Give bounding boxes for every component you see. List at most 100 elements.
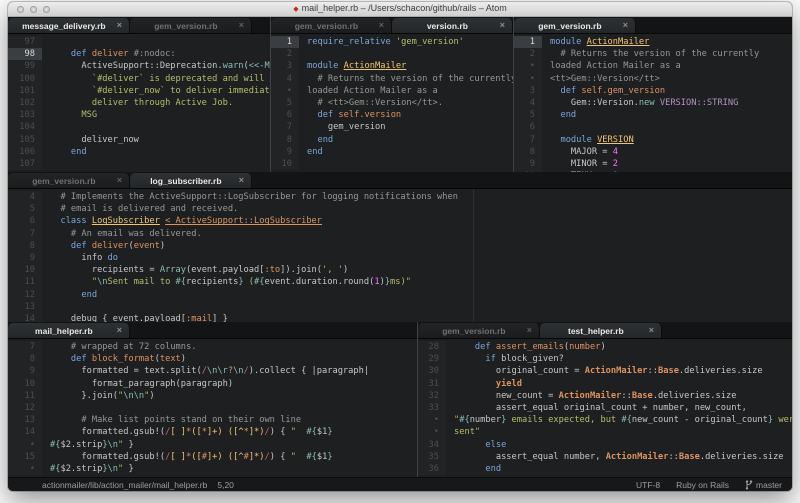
- status-file-path[interactable]: actionmailer/lib/action_mailer/mail_help…: [42, 480, 207, 490]
- tab-gem_version.rb[interactable]: gem_version.rb×: [130, 18, 252, 33]
- code-line[interactable]: 5 # <tt>Gem::Version</tt>.: [271, 97, 513, 109]
- tab-close-icon[interactable]: ×: [527, 326, 532, 335]
- code-line[interactable]: 9 MINOR = 2: [514, 158, 792, 170]
- tab-close-icon[interactable]: ×: [117, 176, 122, 185]
- code-line[interactable]: 106 end: [8, 146, 270, 158]
- code-line[interactable]: 8 MAJOR = 4: [514, 146, 792, 158]
- code-line[interactable]: 31 yield: [418, 378, 792, 390]
- status-cursor-position[interactable]: 5,20: [217, 480, 234, 490]
- status-encoding[interactable]: UTF-8: [636, 480, 660, 490]
- code-line[interactable]: 15 formatted.gsub!(/[ ]*([#]+) ([^#]*)/)…: [8, 451, 417, 463]
- code-line[interactable]: 11 "\nSent mail to #{recipients} (#{even…: [8, 276, 792, 288]
- zoom-window-button[interactable]: [43, 6, 50, 13]
- code-line[interactable]: 100 `#deliver` is deprecated and will be: [8, 73, 270, 85]
- code-line[interactable]: 1module ActionMailer: [514, 36, 792, 48]
- code-line[interactable]: •loaded Action Mailer as a: [514, 60, 792, 72]
- status-git-branch[interactable]: master: [745, 480, 782, 490]
- tab-gem_version.rb[interactable]: gem_version.rb×: [271, 18, 392, 33]
- tab-mail_helper.rb[interactable]: mail_helper.rb×: [8, 323, 130, 338]
- tab-close-icon[interactable]: ×: [623, 21, 628, 30]
- code-line[interactable]: •loaded Action Mailer as a: [271, 85, 513, 97]
- code-line[interactable]: 36 end: [418, 463, 792, 475]
- editor-message-delivery[interactable]: 9798 def deliver #:nodoc:99 ActiveSuppor…: [8, 34, 270, 172]
- code-line[interactable]: 4 # Returns the version of the currently: [271, 73, 513, 85]
- code-line[interactable]: 3module ActionMailer: [271, 60, 513, 72]
- tab-message_delivery.rb[interactable]: message_delivery.rb×: [8, 18, 130, 33]
- code-line[interactable]: 7 # wrapped at 72 columns.: [8, 341, 417, 353]
- code-line[interactable]: 9end: [271, 146, 513, 158]
- code-line[interactable]: 102 deliver through Active Job.: [8, 97, 270, 109]
- code-line[interactable]: 33 assert_equal original_count + number,…: [418, 402, 792, 414]
- code-line[interactable]: 34 else: [418, 439, 792, 451]
- code-line[interactable]: •sent": [418, 426, 792, 438]
- code-line[interactable]: 8 def deliver(event): [8, 240, 792, 252]
- code-line[interactable]: 29 if block_given?: [418, 353, 792, 365]
- editor-version[interactable]: 1require_relative 'gem_version'23module …: [271, 34, 513, 172]
- tab-close-icon[interactable]: ×: [239, 176, 244, 185]
- tab-test_helper.rb[interactable]: test_helper.rb×: [540, 323, 662, 338]
- tab-gem_version.rb[interactable]: gem_version.rb×: [8, 173, 130, 188]
- code-line[interactable]: 105 deliver_now: [8, 134, 270, 146]
- close-window-button[interactable]: [17, 6, 24, 13]
- minimize-window-button[interactable]: [30, 6, 37, 13]
- tab-version.rb[interactable]: version.rb×: [392, 18, 513, 33]
- code-line[interactable]: 28 def assert_emails(number): [418, 341, 792, 353]
- editor-log-subscriber[interactable]: 4 # Implements the ActiveSupport::LogSub…: [8, 189, 792, 322]
- tab-close-icon[interactable]: ×: [239, 21, 244, 30]
- code-line[interactable]: 104: [8, 121, 270, 133]
- tab-close-icon[interactable]: ×: [379, 21, 384, 30]
- code-line[interactable]: 97: [8, 36, 270, 48]
- code-line[interactable]: 6 def self.version: [271, 109, 513, 121]
- code-line[interactable]: 12: [8, 402, 417, 414]
- code-line[interactable]: 99 ActiveSupport::Deprecation.warn(<<-MS…: [8, 60, 270, 72]
- code-line[interactable]: •<tt>Gem::Version</tt>: [514, 73, 792, 85]
- code-line[interactable]: 9 info do: [8, 252, 792, 264]
- code-line[interactable]: 5 end: [514, 109, 792, 121]
- tab-close-icon[interactable]: ×: [649, 326, 654, 335]
- code-line[interactable]: 5 # email is delivered and received.: [8, 203, 792, 215]
- code-line[interactable]: 6 class LogSubscriber < ActiveSupport::L…: [8, 215, 792, 227]
- tab-close-icon[interactable]: ×: [117, 326, 122, 335]
- code-line[interactable]: 30 original_count = ActionMailer::Base.d…: [418, 365, 792, 377]
- code-line[interactable]: 9 formatted = text.split(/\n\r?\n/).coll…: [8, 365, 417, 377]
- status-grammar[interactable]: Ruby on Rails: [676, 480, 729, 490]
- code-line[interactable]: 14 formatted.gsub!(/[ ]*([*]+) ([^*]*)/)…: [8, 426, 417, 438]
- code-line[interactable]: 7 # An email was delivered.: [8, 228, 792, 240]
- tab-log_subscriber.rb[interactable]: log_subscriber.rb×: [130, 173, 252, 188]
- window-titlebar[interactable]: ◆mail_helper.rb – /Users/schacon/github/…: [8, 2, 792, 17]
- code-line[interactable]: 1require_relative 'gem_version': [271, 36, 513, 48]
- code-line[interactable]: 7 module VERSION: [514, 134, 792, 146]
- code-line[interactable]: 14 debug { event.payload[:mail] }: [8, 313, 792, 322]
- code-line[interactable]: 10: [271, 158, 513, 170]
- code-line[interactable]: 12 end: [8, 289, 792, 301]
- editor-mail-helper[interactable]: 7 # wrapped at 72 columns.8 def block_fo…: [8, 339, 417, 477]
- code-line[interactable]: 3 def self.gem_version: [514, 85, 792, 97]
- code-line[interactable]: 4 Gem::Version.new VERSION::STRING: [514, 97, 792, 109]
- code-line[interactable]: 8 def block_format(text): [8, 353, 417, 365]
- code-line[interactable]: 6: [514, 121, 792, 133]
- editor-gem-version[interactable]: 1module ActionMailer2 # Returns the vers…: [514, 34, 792, 172]
- code-line[interactable]: 103 MSG: [8, 109, 270, 121]
- code-line[interactable]: 35 assert_equal number, ActionMailer::Ba…: [418, 451, 792, 463]
- tab-gem_version.rb[interactable]: gem_version.rb×: [514, 18, 636, 33]
- tab-close-icon[interactable]: ×: [117, 21, 122, 30]
- code-line[interactable]: 10 recipients = Array(event.payload[:to]…: [8, 264, 792, 276]
- code-line[interactable]: 11 }.join("\n\n"): [8, 390, 417, 402]
- code-line[interactable]: 7 gem_version: [271, 121, 513, 133]
- code-line[interactable]: 101 `#deliver_now` to deliver immediatel…: [8, 85, 270, 97]
- code-line[interactable]: 13: [8, 301, 792, 313]
- tab-close-icon[interactable]: ×: [500, 21, 505, 30]
- editor-test-helper[interactable]: 28 def assert_emails(number)29 if block_…: [418, 339, 792, 477]
- code-line[interactable]: 8 end: [271, 134, 513, 146]
- code-line[interactable]: 2: [271, 48, 513, 60]
- code-line[interactable]: 98 def deliver #:nodoc:: [8, 48, 270, 60]
- code-line[interactable]: 32 new_count = ActionMailer::Base.delive…: [418, 390, 792, 402]
- code-line[interactable]: 4 # Implements the ActiveSupport::LogSub…: [8, 191, 792, 203]
- code-line[interactable]: 13 # Make list points stand on their own…: [8, 414, 417, 426]
- code-line[interactable]: 107: [8, 158, 270, 170]
- code-line[interactable]: 10 format_paragraph(paragraph): [8, 378, 417, 390]
- code-line[interactable]: •"#{number} emails expected, but #{new_c…: [418, 414, 792, 426]
- tab-gem_version.rb[interactable]: gem_version.rb×: [418, 323, 540, 338]
- code-line[interactable]: •#{$2.strip}\n" }: [8, 439, 417, 451]
- code-line[interactable]: •#{$2.strip}\n" }: [8, 463, 417, 475]
